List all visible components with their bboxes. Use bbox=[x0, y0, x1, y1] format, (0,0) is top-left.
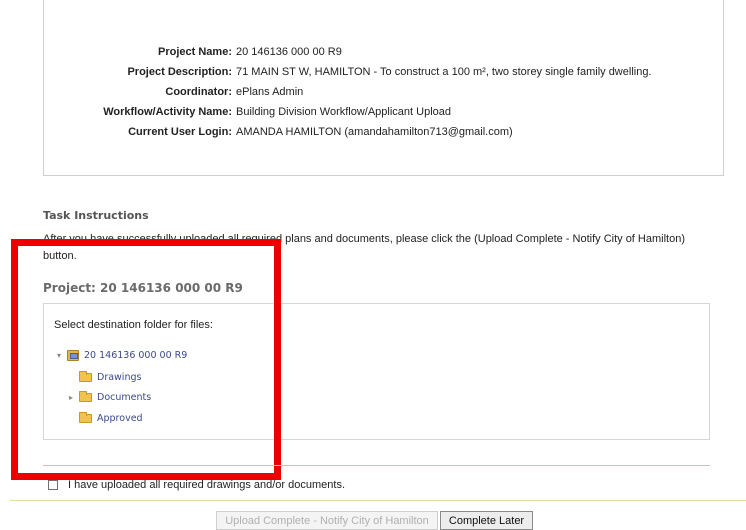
footer-divider bbox=[10, 500, 746, 501]
tree-item-label[interactable]: Drawings bbox=[97, 372, 141, 383]
tree-root-node[interactable]: ▾ 20 146136 000 00 R9 bbox=[57, 350, 187, 361]
coordinator-label: Coordinator: bbox=[165, 86, 232, 98]
tree-item-drawings[interactable]: Drawings bbox=[79, 371, 141, 383]
confirm-upload-label[interactable]: I have uploaded all required drawings an… bbox=[68, 479, 345, 491]
project-heading: Project: 20 146136 000 00 R9 bbox=[43, 281, 243, 295]
folder-icon bbox=[79, 371, 92, 382]
tree-item-documents[interactable]: ▸ Documents bbox=[69, 391, 151, 403]
confirm-upload-row[interactable]: I have uploaded all required drawings an… bbox=[48, 479, 345, 491]
coordinator-row: Coordinator: ePlans Admin bbox=[44, 82, 652, 102]
folder-icon bbox=[79, 412, 92, 423]
complete-later-button[interactable]: Complete Later bbox=[440, 511, 533, 530]
project-name-value: 20 146136 000 00 R9 bbox=[236, 46, 342, 58]
confirm-upload-checkbox[interactable] bbox=[48, 480, 58, 490]
expand-arrow-icon[interactable]: ▸ bbox=[69, 393, 79, 402]
tree-item-approved[interactable]: Approved bbox=[79, 412, 143, 424]
task-instructions-heading: Task Instructions bbox=[43, 209, 149, 222]
tree-root-label[interactable]: 20 146136 000 00 R9 bbox=[84, 350, 187, 361]
folder-icon bbox=[79, 391, 92, 402]
current-user-row: Current User Login: AMANDA HAMILTON (ama… bbox=[44, 122, 652, 142]
project-info-panel: Project Name: 20 146136 000 00 R9 Projec… bbox=[43, 0, 724, 176]
project-name-row: Project Name: 20 146136 000 00 R9 bbox=[44, 42, 652, 62]
current-user-label: Current User Login: bbox=[128, 126, 232, 138]
tree-item-label[interactable]: Approved bbox=[97, 413, 143, 424]
tree-item-label[interactable]: Documents bbox=[97, 392, 151, 403]
workflow-value: Building Division Workflow/Applicant Upl… bbox=[236, 106, 452, 118]
project-description-row: Project Description: 71 MAIN ST W, HAMIL… bbox=[44, 62, 652, 82]
task-instructions-text: After you have successfully uploaded all… bbox=[43, 233, 685, 262]
project-name-label: Project Name: bbox=[158, 46, 232, 58]
project-description-value: 71 MAIN ST W, HAMILTON - To construct a … bbox=[236, 66, 652, 78]
current-user-value: AMANDA HAMILTON (amandahamilton713@gmail… bbox=[236, 126, 513, 138]
project-description-label: Project Description: bbox=[127, 66, 232, 78]
coordinator-value: ePlans Admin bbox=[236, 86, 304, 98]
upload-complete-button[interactable]: Upload Complete - Notify City of Hamilto… bbox=[216, 511, 438, 530]
divider bbox=[43, 465, 710, 466]
workflow-label: Workflow/Activity Name: bbox=[103, 106, 232, 118]
project-folder-icon bbox=[67, 350, 79, 361]
workflow-row: Workflow/Activity Name: Building Divisio… bbox=[44, 102, 652, 122]
destination-folder-panel: Select destination folder for files: ▾ 2… bbox=[43, 303, 710, 440]
collapse-arrow-icon[interactable]: ▾ bbox=[57, 351, 67, 360]
destination-folder-label: Select destination folder for files: bbox=[54, 319, 213, 331]
project-info-table: Project Name: 20 146136 000 00 R9 Projec… bbox=[44, 42, 652, 142]
